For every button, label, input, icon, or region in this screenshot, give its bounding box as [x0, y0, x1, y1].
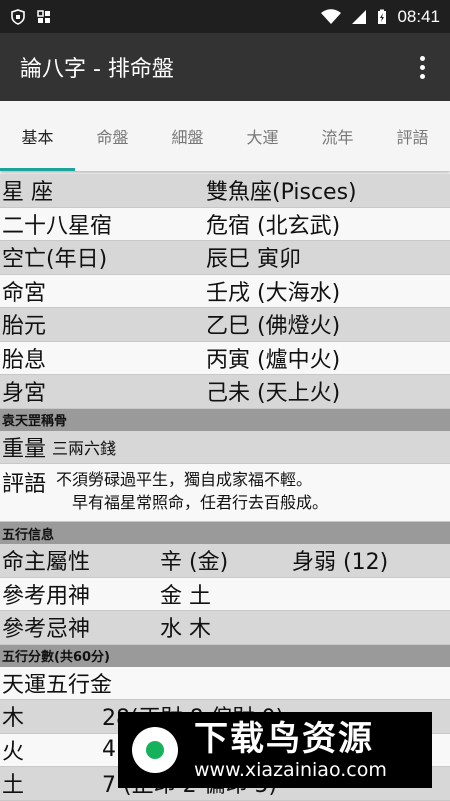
info-row: 星 座 雙魚座(Pisces): [0, 174, 450, 208]
weight-value: 三兩六錢: [52, 438, 117, 458]
weight-label: 重量: [2, 436, 47, 462]
row-value: 水 木: [160, 617, 211, 643]
tab-basic[interactable]: 基本: [0, 101, 75, 171]
element-info-row: 參考用神 金 土: [0, 577, 450, 611]
app-title: 論八字 - 排命盤: [20, 57, 174, 82]
tab-bar: 基本 命盤 細盤 大運 流年 評語: [0, 101, 450, 171]
score-value: 4: [102, 737, 116, 763]
shield-icon: [11, 8, 25, 25]
comment-line: 早有福星常照命，任君行去百般成。: [72, 493, 329, 512]
weight-row: 重量 三兩六錢: [0, 430, 450, 464]
row-key: 參考用神: [2, 583, 91, 609]
row-value: 丙寅 (爐中火): [206, 347, 341, 373]
score-key: 木: [2, 706, 25, 732]
watermark-url: www.xiazainiao.com: [194, 759, 387, 781]
watermark-banner: 下载鸟资源 www.xiazainiao.com: [118, 712, 432, 788]
info-row: 身宮 己未 (天上火): [0, 375, 450, 409]
row-key: 命宮: [2, 280, 47, 306]
row-key: 身宮: [2, 381, 47, 407]
section-header-bone-weight: 袁天罡稱骨: [0, 408, 450, 431]
info-row: 命宮 壬戌 (大海水): [0, 274, 450, 308]
info-row: 空亡(年日) 辰巳 寅卯: [0, 241, 450, 275]
row-extra: 身弱 (12): [292, 550, 389, 576]
row-key: 空亡(年日): [2, 247, 108, 273]
score-key: 火: [2, 739, 25, 765]
app-bar: 論八字 - 排命盤: [0, 33, 450, 101]
comment-line: 不須勞碌過平生，獨自成家福不輕。: [56, 470, 313, 489]
tab-detail[interactable]: 細盤: [150, 101, 225, 171]
row-key: 參考忌神: [2, 617, 91, 643]
info-row: 胎息 丙寅 (爐中火): [0, 341, 450, 375]
row-value: 危宿 (北玄武): [206, 213, 341, 239]
grid-icon: [37, 9, 50, 23]
tab-major-luck[interactable]: 大運: [225, 101, 300, 171]
info-row: 二十八星宿 危宿 (北玄武): [0, 207, 450, 241]
watermark-brand: 下载鸟资源: [194, 719, 374, 759]
row-value: 雙魚座(Pisces): [206, 180, 357, 206]
element-info-row: 參考忌神 水 木: [0, 611, 450, 645]
row-value: 乙巳 (佛燈火): [206, 314, 341, 340]
wifi-icon: [321, 8, 342, 24]
info-row: 胎元 乙巳 (佛燈火): [0, 308, 450, 342]
signal-icon: [352, 9, 367, 24]
comment-label: 評語: [2, 472, 47, 497]
row-key: 命主屬性: [2, 550, 91, 576]
scores-header: 天運五行金: [2, 672, 113, 698]
element-info-row: 命主屬性 辛 (金) 身弱 (12): [0, 544, 450, 578]
row-value: 辰巳 寅卯: [206, 247, 301, 273]
row-value: 壬戌 (大海水): [206, 280, 341, 306]
tab-chart[interactable]: 命盤: [75, 101, 150, 171]
scores-header-row: 天運五行金: [0, 666, 450, 700]
row-key: 星 座: [2, 180, 53, 206]
row-key: 胎元: [2, 314, 47, 340]
comment-row: 評語 不須勞碌過平生，獨自成家福不輕。 早有福星常照命，任君行去百般成。: [0, 464, 450, 522]
comment-text: 不須勞碌過平生，獨自成家福不輕。 早有福星常照命，任君行去百般成。: [56, 466, 328, 517]
status-bar: 08:41: [0, 0, 450, 33]
tab-yearly-luck[interactable]: 流年: [300, 101, 375, 171]
row-key: 二十八星宿: [2, 213, 113, 239]
status-time: 08:41: [397, 6, 440, 26]
row-value: 己未 (天上火): [206, 381, 341, 407]
tab-comments[interactable]: 評語: [375, 101, 450, 171]
battery-icon: [378, 9, 387, 24]
row-value: 金 土: [160, 583, 211, 609]
score-key: 土: [2, 773, 25, 799]
bird-logo-icon: [132, 727, 178, 773]
more-vert-icon[interactable]: [412, 53, 432, 81]
section-header-five-elements: 五行信息: [0, 522, 450, 544]
row-value: 辛 (金): [160, 550, 229, 576]
main-content: 星 座 雙魚座(Pisces) 二十八星宿 危宿 (北玄武) 空亡(年日) 辰巳 寅卯…: [0, 174, 450, 801]
section-header-element-scores: 五行分數(共60分): [0, 644, 450, 667]
row-key: 胎息: [2, 347, 47, 373]
